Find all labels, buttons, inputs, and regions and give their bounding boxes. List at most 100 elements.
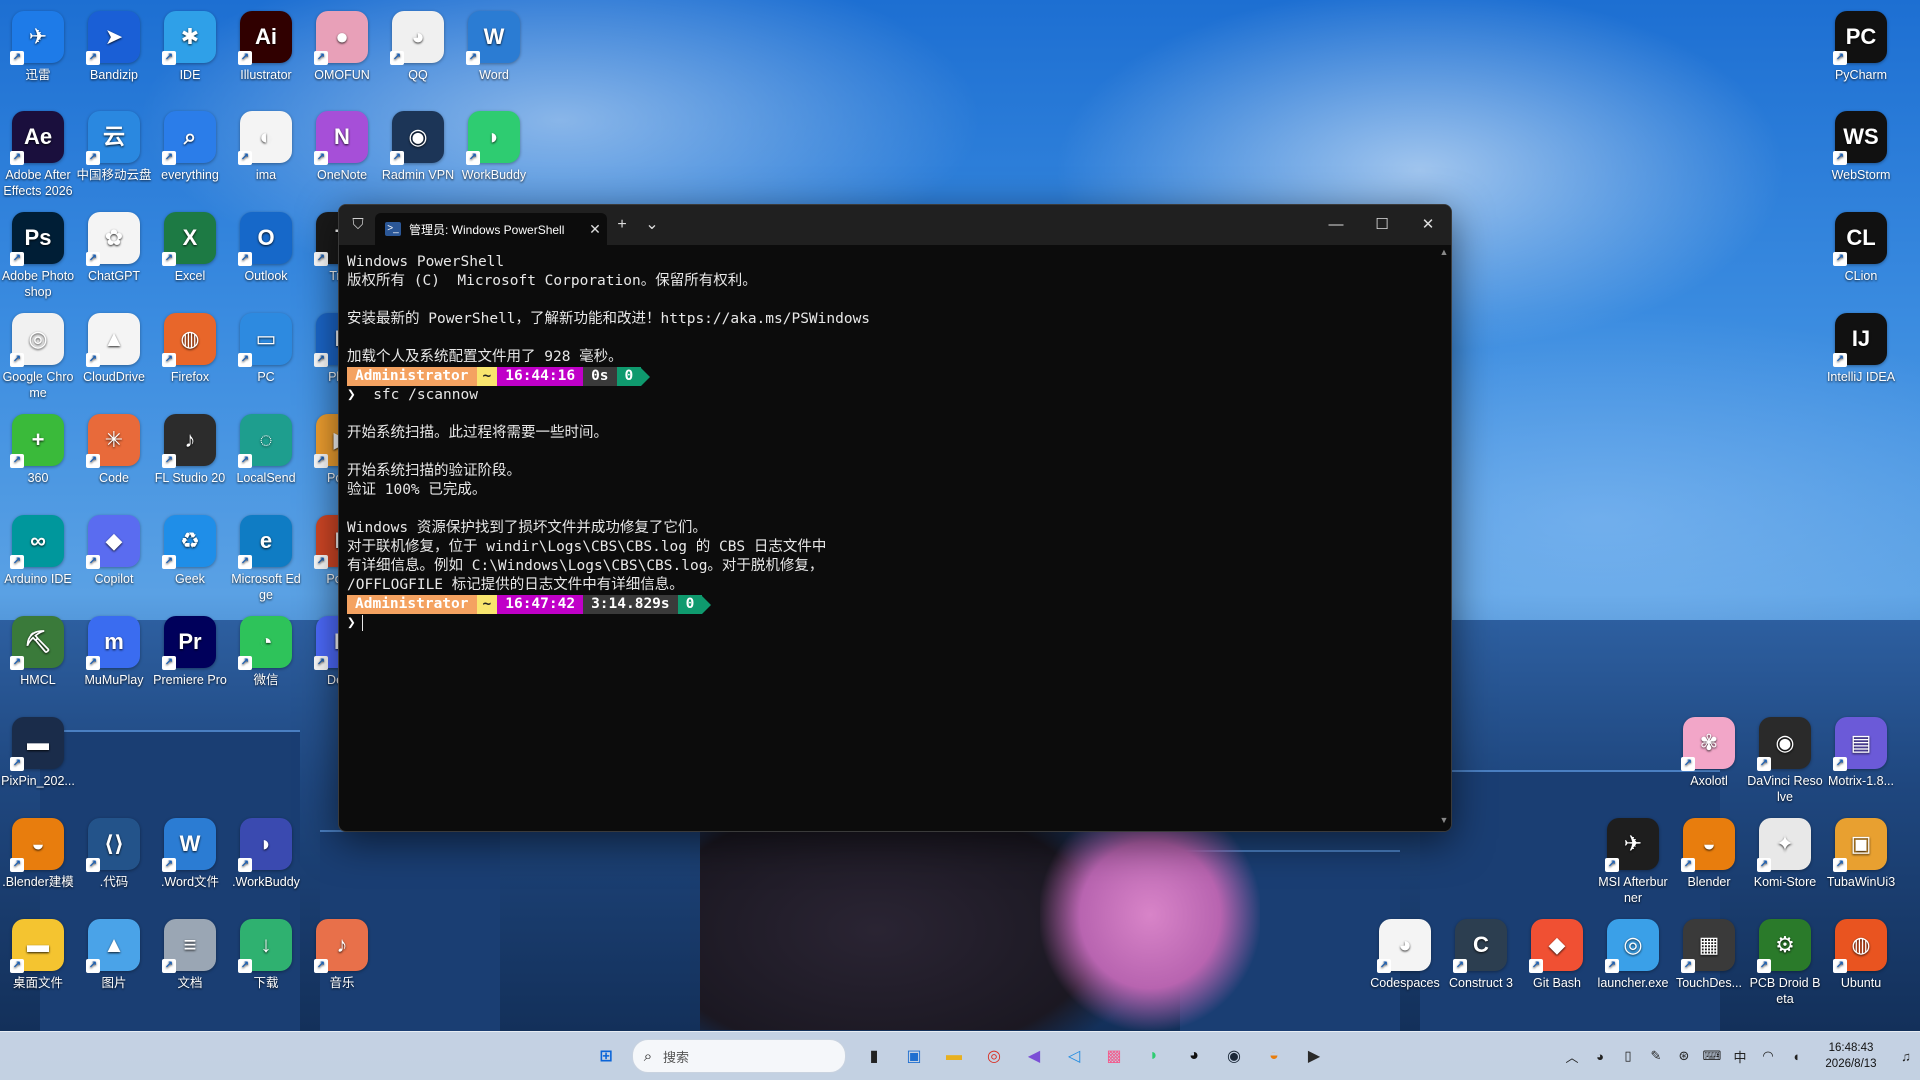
desktop-icon[interactable]: Ps ↗ Adobe Photoshop: [0, 207, 76, 305]
terminal-output[interactable]: Windows PowerShell 版权所有 (C) Microsoft Cor…: [339, 245, 1437, 831]
window-titlebar[interactable]: ⛉ >_ 管理员: Windows PowerShell ✕ + ⌄ — ☐ ✕: [339, 205, 1451, 245]
taskbar-clock[interactable]: 16:48:43 2026/8/13: [1816, 1040, 1886, 1072]
desktop-icon[interactable]: ⛏ ↗ HMCL: [0, 611, 76, 709]
desktop-icon[interactable]: ◍ ↗ Ubuntu: [1823, 914, 1899, 1012]
network-share-icon[interactable]: ⊛: [1670, 1048, 1698, 1064]
desktop-icon[interactable]: ▣ ↗ TubaWinUi3: [1823, 813, 1899, 911]
task-view-icon[interactable]: ▮: [856, 1038, 892, 1074]
desktop-icon[interactable]: e ↗ Microsoft Edge: [228, 510, 304, 608]
desktop-icon[interactable]: ▤ ↗ Motrix-1.8...: [1823, 712, 1899, 810]
desktop-icon[interactable]: ◎ ↗ Google Chrome: [0, 308, 76, 406]
start-icon[interactable]: ⊞: [588, 1038, 624, 1074]
close-button[interactable]: ✕: [1405, 205, 1451, 245]
bilibili-icon[interactable]: ▩: [1096, 1038, 1132, 1074]
desktop-icon[interactable]: Ai ↗ Illustrator: [228, 6, 304, 104]
desktop-icon[interactable]: ▦ ↗ TouchDes...: [1671, 914, 1747, 1012]
desktop-icon[interactable]: ◍ ↗ Firefox: [152, 308, 228, 406]
desktop-icon[interactable]: ◐ ↗ ima: [228, 106, 304, 204]
terminal-scrollbar[interactable]: ▲ ▼: [1437, 245, 1451, 831]
desktop-icon[interactable]: + ↗ 360: [0, 409, 76, 507]
desktop-icon[interactable]: 云 ↗ 中国移动云盘: [76, 106, 152, 204]
desktop-icon[interactable]: ✦ ↗ Komi-Store: [1747, 813, 1823, 911]
desktop-icon[interactable]: ✈ ↗ MSI Afterburner: [1595, 813, 1671, 911]
desktop-icon[interactable]: ◒ ↗ Blender: [1671, 813, 1747, 911]
desktop-icon[interactable]: ▬ ↗ PixPin_202...: [0, 712, 76, 810]
desktop-icon[interactable]: ⟨⟩ ↗ .代码: [76, 813, 152, 911]
desktop-icon[interactable]: ↓ ↗ 下载: [228, 914, 304, 1012]
desktop-icon[interactable]: ◕ ↗ QQ: [380, 6, 456, 104]
desktop-icon[interactable]: O ↗ Outlook: [228, 207, 304, 305]
desktop-icon[interactable]: CL ↗ CLion: [1823, 207, 1899, 305]
desktop-icon[interactable]: WS ↗ WebStorm: [1823, 106, 1899, 204]
desktop-icon[interactable]: ◕ ↗ Codespaces: [1367, 914, 1443, 1012]
desktop-icon[interactable]: ◎ ↗ launcher.exe: [1595, 914, 1671, 1012]
taskbar-search-box[interactable]: ⌕ 搜索: [632, 1039, 846, 1073]
desktop-icon[interactable]: ⌕ ↗ everything: [152, 106, 228, 204]
desktop-icon[interactable]: ◒ ↗ .Blender建模: [0, 813, 76, 911]
desktop-icon[interactable]: ✾ ↗ Axolotl: [1671, 712, 1747, 810]
desktop-icon[interactable]: X ↗ Excel: [152, 207, 228, 305]
desktop-icon[interactable]: IJ ↗ IntelliJ IDEA: [1823, 308, 1899, 406]
terminal-icon[interactable]: ▶: [1296, 1038, 1332, 1074]
maximize-button[interactable]: ☐: [1359, 205, 1405, 245]
desktop-icon[interactable]: ✳ ↗ Code: [76, 409, 152, 507]
chrome-icon[interactable]: ◎: [976, 1038, 1012, 1074]
desktop-icon[interactable]: ▲ ↗ CloudDrive: [76, 308, 152, 406]
scroll-down-arrow-icon[interactable]: ▼: [1437, 813, 1451, 827]
desktop-icon[interactable]: ♻ ↗ Geek: [152, 510, 228, 608]
desktop-icon[interactable]: m ↗ MuMuPlay: [76, 611, 152, 709]
desktop-icon[interactable]: ✱ ↗ IDE: [152, 6, 228, 104]
desktop-icon[interactable]: ● ↗ OMOFUN: [304, 6, 380, 104]
desktop-icon[interactable]: ▭ ↗ PC: [228, 308, 304, 406]
file-explorer-icon[interactable]: ▬: [936, 1038, 972, 1074]
desktop-icon[interactable]: Ae ↗ Adobe After Effects 2026: [0, 106, 76, 204]
new-tab-button[interactable]: +: [607, 211, 637, 239]
desktop-icon[interactable]: Pr ↗ Premiere Pro: [152, 611, 228, 709]
ime-indicator[interactable]: 中: [1726, 1047, 1754, 1066]
desktop-icon[interactable]: ≡ ↗ 文档: [152, 914, 228, 1012]
desktop-icon[interactable]: ◔ ↗ 微信: [228, 611, 304, 709]
minimize-button[interactable]: —: [1313, 205, 1359, 245]
blender-icon[interactable]: ◒: [1256, 1038, 1292, 1074]
desktop-icon[interactable]: C ↗ Construct 3: [1443, 914, 1519, 1012]
desktop-icon[interactable]: ◉ ↗ DaVinci Resolve: [1747, 712, 1823, 810]
tab-close-button[interactable]: ✕: [583, 221, 607, 238]
scroll-up-arrow-icon[interactable]: ▲: [1437, 245, 1451, 259]
desktop-icon[interactable]: ⚙ ↗ PCB Droid Beta: [1747, 914, 1823, 1012]
desktop-icon[interactable]: ∞ ↗ Arduino IDE: [0, 510, 76, 608]
usb-icon[interactable]: ▯: [1614, 1048, 1642, 1064]
notification-bell-icon[interactable]: ♫: [1892, 1049, 1920, 1064]
desktop-icon[interactable]: ▲ ↗ 图片: [76, 914, 152, 1012]
desktop-icon[interactable]: ◗ ↗ WorkBuddy: [456, 106, 532, 204]
desktop-icon[interactable]: PC ↗ PyCharm: [1823, 6, 1899, 104]
desktop-icon[interactable]: ◗ ↗ .WorkBuddy: [228, 813, 304, 911]
powershell-window[interactable]: ⛉ >_ 管理员: Windows PowerShell ✕ + ⌄ — ☐ ✕…: [338, 204, 1452, 832]
tab-dropdown-button[interactable]: ⌄: [637, 211, 667, 239]
widgets-icon[interactable]: ▣: [896, 1038, 932, 1074]
desktop-icon[interactable]: ♪ ↗ 音乐: [304, 914, 380, 1012]
qq-icon[interactable]: ◕: [1176, 1038, 1212, 1074]
desktop-icon[interactable]: W ↗ Word: [456, 6, 532, 104]
desktop-icon[interactable]: N ↗ OneNote: [304, 106, 380, 204]
desktop-icon[interactable]: ◉ ↗ Radmin VPN: [380, 106, 456, 204]
qq-tray-icon[interactable]: ◕: [1586, 1049, 1614, 1064]
desktop-icon[interactable]: ▬ ↗ 桌面文件: [0, 914, 76, 1012]
desktop-icon[interactable]: ◆ ↗ Git Bash: [1519, 914, 1595, 1012]
vscode-icon[interactable]: ◁: [1056, 1038, 1092, 1074]
wifi-icon[interactable]: ◠: [1754, 1048, 1782, 1064]
desktop-icon[interactable]: ♪ ↗ FL Studio 20: [152, 409, 228, 507]
desktop-icon[interactable]: W ↗ .Word文件: [152, 813, 228, 911]
desktop-icon[interactable]: ➤ ↗ Bandizip: [76, 6, 152, 104]
show-hidden-icons-chevron-icon[interactable]: ︿: [1558, 1047, 1586, 1066]
desktop-icon[interactable]: ✈ ↗ 迅雷: [0, 6, 76, 104]
volume-icon[interactable]: ◖: [1782, 1049, 1810, 1064]
desktop-icon[interactable]: ◆ ↗ Copilot: [76, 510, 152, 608]
keyboard-icon[interactable]: ⌨: [1698, 1048, 1726, 1064]
tab-powershell[interactable]: >_ 管理员: Windows PowerShell ✕: [375, 213, 607, 245]
workbuddy-icon[interactable]: ◗: [1136, 1038, 1172, 1074]
desktop-icon[interactable]: ✿ ↗ ChatGPT: [76, 207, 152, 305]
pen-icon[interactable]: ✎: [1642, 1048, 1670, 1064]
steam-icon[interactable]: ◉: [1216, 1038, 1252, 1074]
desktop-icon[interactable]: ◌ ↗ LocalSend: [228, 409, 304, 507]
visual-studio-icon[interactable]: ◀: [1016, 1038, 1052, 1074]
